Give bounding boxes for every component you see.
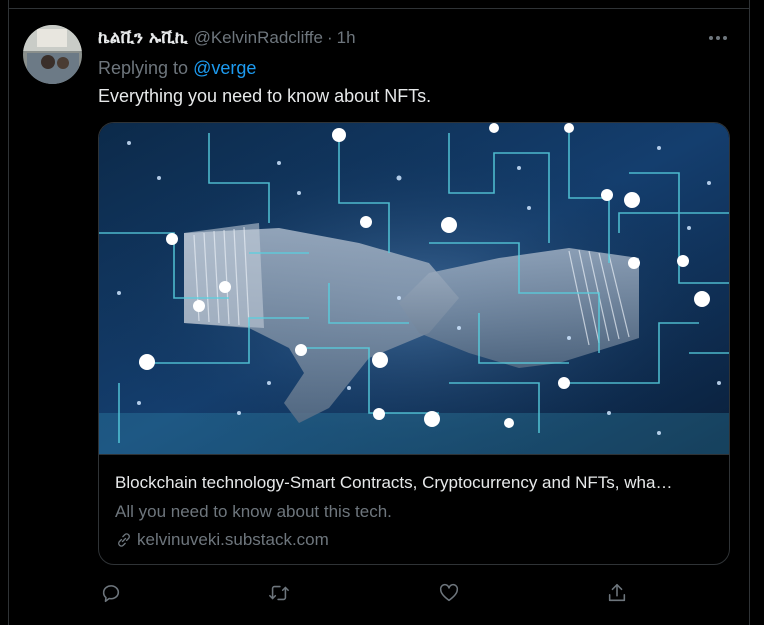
separator: · [326, 28, 333, 47]
author-handle[interactable]: @KelvinRadcliffe [194, 28, 323, 48]
tweet-actions [98, 580, 658, 606]
tweet-header: ኬልቪን ኡቪኪ @KelvinRadcliffe · 1h [98, 27, 356, 49]
tweet-text: Everything you need to know about NFTs. [98, 86, 432, 106]
like-icon[interactable] [436, 580, 462, 606]
card-title[interactable]: Blockchain technology-Smart Contracts, C… [115, 473, 715, 493]
divider [8, 8, 750, 9]
card-domain: kelvinuveki.substack.com [115, 530, 329, 550]
card-description: All you need to know about this tech. [115, 502, 392, 521]
link-card[interactable]: Blockchain technology-Smart Contracts, C… [98, 122, 730, 565]
reply-icon[interactable] [98, 580, 124, 606]
card-info[interactable]: Blockchain technology-Smart Contracts, C… [99, 454, 729, 564]
avatar[interactable] [23, 25, 82, 84]
share-icon[interactable] [604, 580, 630, 606]
reply-mention-link[interactable]: @verge [193, 58, 256, 78]
retweet-icon[interactable] [266, 580, 292, 606]
link-icon [118, 533, 130, 547]
card-domain-text: kelvinuveki.substack.com [137, 530, 329, 549]
card-image[interactable] [99, 123, 729, 454]
more-options-icon[interactable] [706, 28, 730, 48]
author-name[interactable]: ኬልቪን ኡቪኪ [98, 28, 188, 48]
replying-to: Replying to @verge [98, 58, 256, 79]
reply-prefix: Replying to [98, 58, 189, 78]
timestamp[interactable]: 1h [337, 28, 356, 48]
